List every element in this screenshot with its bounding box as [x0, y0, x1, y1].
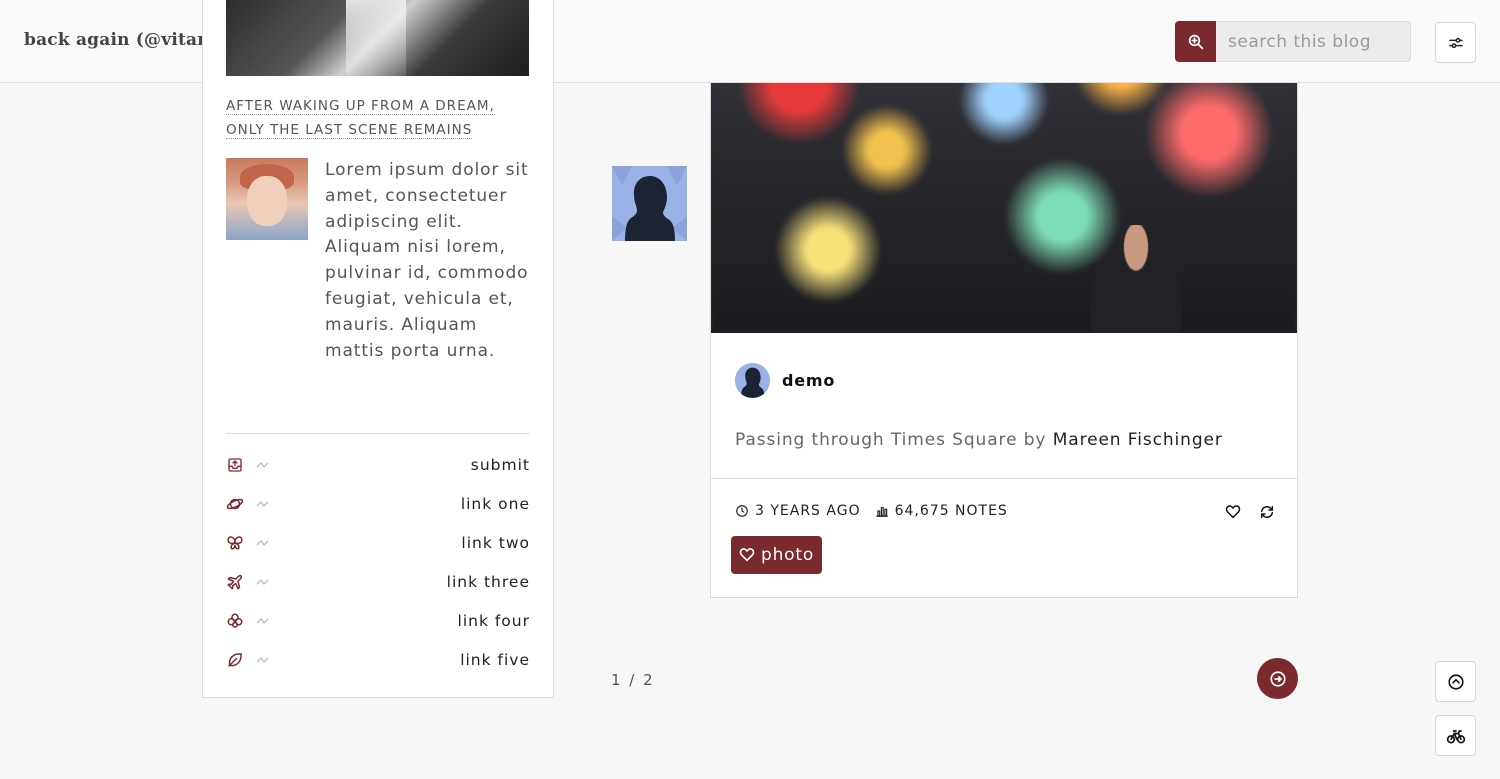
sidebar-link-five[interactable]: link five — [226, 640, 530, 679]
sidebar-link-label: submit — [470, 455, 530, 474]
squiggle-icon — [256, 614, 270, 628]
post-meta: 3 YEARS AGO 64,675 NOTES — [735, 503, 1022, 519]
sidebar-link-label: link five — [460, 650, 530, 669]
zoom-search-icon — [1188, 34, 1203, 49]
heart-icon — [739, 548, 755, 562]
post-tag[interactable]: photo — [731, 536, 823, 574]
squiggle-icon — [256, 653, 270, 667]
bicycle-icon — [1446, 729, 1465, 743]
sidebar-link-three[interactable]: link three — [226, 562, 530, 601]
leaf-icon — [226, 651, 244, 669]
planet-icon — [226, 495, 244, 513]
squiggle-icon — [256, 458, 270, 472]
settings-button[interactable] — [1435, 22, 1476, 63]
squiggle-icon — [256, 575, 270, 589]
like-button[interactable] — [1225, 504, 1241, 524]
sidebar-link-submit[interactable]: submit — [226, 445, 530, 484]
arrow-up-circle-icon — [1447, 673, 1464, 690]
butterfly-icon — [226, 534, 244, 552]
search-bar — [1175, 21, 1411, 62]
heart-icon — [1225, 505, 1241, 519]
squiggle-icon — [256, 536, 270, 550]
sliders-icon — [1448, 37, 1463, 48]
post-notes[interactable]: 64,675 NOTES — [875, 503, 1008, 519]
page-indicator: 1 / 2 — [611, 671, 655, 689]
post-actions — [1225, 504, 1275, 524]
plane-icon — [226, 573, 244, 591]
next-page-button[interactable] — [1257, 658, 1298, 699]
scroll-top-button[interactable] — [1435, 661, 1476, 702]
sidebar-link-label: link four — [457, 611, 530, 630]
post-author-avatar[interactable] — [612, 166, 687, 241]
sidebar-tagline: AFTER WAKING UP FROM A DREAM, ONLY THE L… — [226, 98, 495, 139]
sidebar-link-one[interactable]: link one — [226, 484, 530, 523]
post-caption: Passing through Times Square by Mareen F… — [735, 430, 1223, 450]
caption-text: Passing through Times Square by — [735, 430, 1053, 450]
reblog-icon — [1260, 505, 1274, 519]
sidebar-link-two[interactable]: link two — [226, 523, 530, 562]
author-name[interactable]: demo — [782, 371, 835, 390]
clock-icon — [736, 505, 748, 517]
post-card: demo Passing through Times Square by Mar… — [710, 0, 1298, 598]
arrow-right-circle-icon — [1269, 670, 1286, 687]
caption-credit-link[interactable]: Mareen Fischinger — [1053, 430, 1223, 450]
post-time-label: 3 YEARS AGO — [755, 503, 861, 519]
post-author[interactable]: demo — [735, 363, 835, 398]
reblog-button[interactable] — [1259, 504, 1275, 524]
post-notes-label: 64,675 NOTES — [894, 503, 1008, 519]
sidebar-link-label: link two — [461, 533, 530, 552]
post-time[interactable]: 3 YEARS AGO — [735, 503, 861, 519]
author-mini-avatar — [735, 363, 770, 398]
sidebar-links: submit link one link two link three link… — [226, 445, 530, 679]
theme-credit-button[interactable] — [1435, 715, 1476, 756]
sidebar: AFTER WAKING UP FROM A DREAM, ONLY THE L… — [202, 0, 554, 698]
search-button[interactable] — [1175, 21, 1216, 62]
search-input[interactable] — [1216, 21, 1411, 62]
sidebar-divider — [226, 433, 530, 434]
clover-icon — [226, 612, 244, 630]
sidebar-avatar — [226, 158, 308, 240]
sidebar-link-label: link one — [460, 494, 530, 513]
post-tag-label: photo — [761, 545, 815, 565]
squiggle-icon — [256, 497, 270, 511]
sidebar-description: Lorem ipsum dolor sit amet, consectetuer… — [325, 160, 529, 361]
inbox-upload-icon — [226, 456, 244, 474]
sidebar-link-four[interactable]: link four — [226, 601, 530, 640]
sidebar-link-label: link three — [446, 572, 530, 591]
sidebar-header-image — [226, 0, 529, 76]
post-divider — [711, 478, 1297, 479]
bar-chart-icon — [875, 506, 888, 517]
